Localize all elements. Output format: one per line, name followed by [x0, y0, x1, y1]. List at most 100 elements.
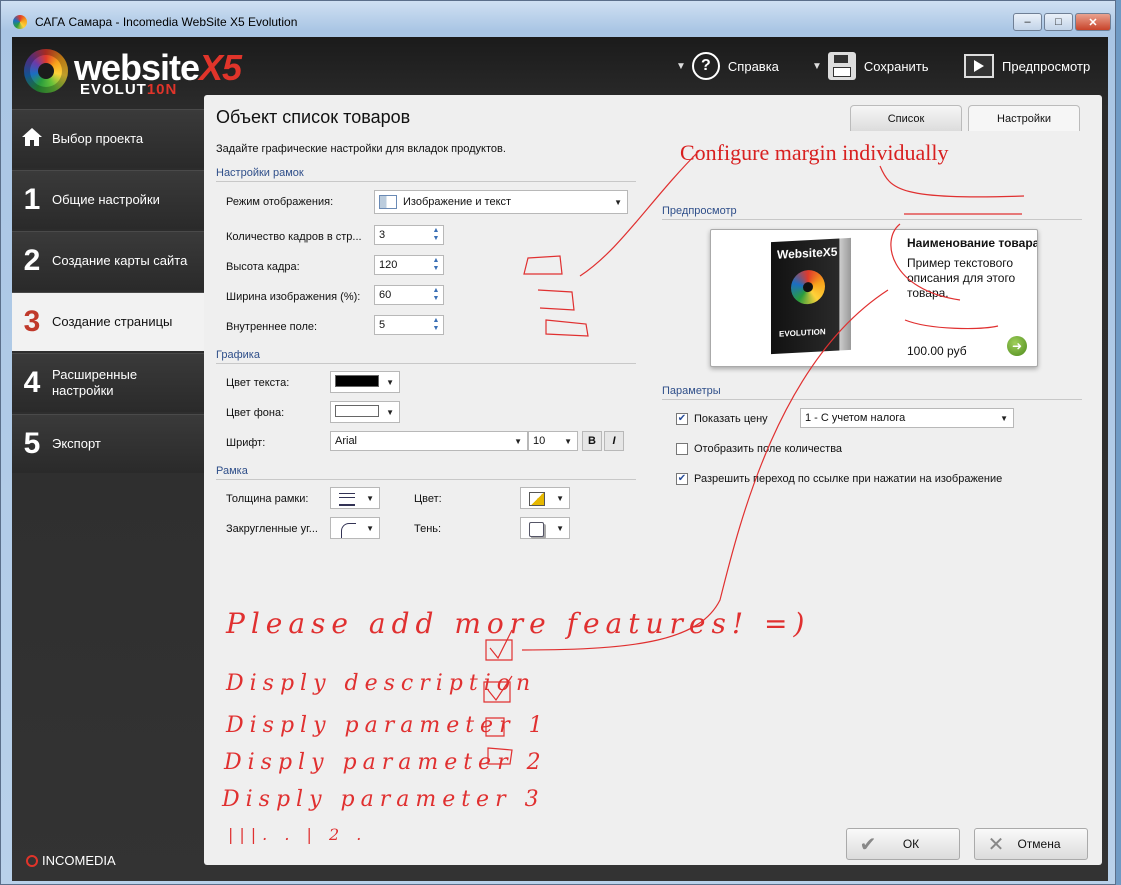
- desktop-edge: [1116, 0, 1121, 885]
- title-bar: САГА Самара - Incomedia WebSite X5 Evolu…: [1, 1, 1115, 35]
- font-label: Шрифт:: [226, 437, 266, 449]
- show-qty-checkbox[interactable]: [676, 443, 688, 455]
- text-color-label: Цвет текста:: [226, 377, 290, 389]
- sidebar-item-label: Общие настройки: [52, 192, 160, 207]
- arrow-go-icon: ➜: [1007, 336, 1027, 356]
- chevron-down-icon: ▼: [564, 437, 572, 446]
- window-title: САГА Самара - Incomedia WebSite X5 Evolu…: [35, 15, 298, 29]
- annotation-line5: |||. . | 2 .: [228, 825, 368, 844]
- bg-color-label: Цвет фона:: [226, 407, 285, 419]
- image-width-value: 60: [379, 289, 392, 301]
- sidebar-item-page[interactable]: 3 Создание страницы: [12, 292, 214, 351]
- thickness-label: Толщина рамки:: [226, 493, 309, 505]
- section-preview: Предпросмотр: [662, 205, 1082, 220]
- minimize-button[interactable]: –: [1013, 13, 1042, 31]
- font-value: Arial: [335, 435, 358, 447]
- rounded-corner-icon: [341, 523, 356, 538]
- rounded-corners-select[interactable]: ▼: [330, 517, 380, 539]
- sidebar-item-label: Выбор проекта: [52, 131, 144, 146]
- sidebar-item-general[interactable]: 1 Общие настройки: [12, 170, 204, 229]
- help-button[interactable]: ▼ ? Справка: [676, 49, 779, 83]
- line-thickness-icon: [339, 493, 355, 506]
- product-description: Пример текстового описания для этого тов…: [907, 256, 1016, 300]
- chevron-down-icon: ▼: [614, 198, 622, 207]
- step-number: 1: [23, 183, 41, 216]
- chevron-down-icon: ▼: [556, 524, 564, 533]
- frames-per-row-input[interactable]: 3 ▲ ▼: [374, 225, 444, 245]
- chevron-down-icon: ▼: [514, 437, 522, 446]
- display-mode-label: Режим отображения:: [226, 196, 334, 208]
- padding-input[interactable]: 5 ▲ ▼: [374, 315, 444, 335]
- frame-height-value: 120: [379, 259, 398, 271]
- rounded-corners-label: Закругленные уг...: [226, 523, 318, 535]
- price-mode-select[interactable]: 1 - С учетом налога ▼: [800, 408, 1014, 428]
- chevron-down-icon: ▼: [386, 378, 394, 387]
- display-mode-value: Изображение и текст: [403, 196, 512, 208]
- chevron-down-icon[interactable]: ▼: [812, 61, 822, 72]
- border-color-picker[interactable]: ▼: [520, 487, 570, 509]
- logo-ball-icon: [24, 49, 68, 93]
- show-price-checkbox[interactable]: ✔: [676, 413, 688, 425]
- tab-settings[interactable]: Настройки: [968, 105, 1080, 131]
- sidebar-item-advanced[interactable]: 4 Расширенные настройки: [12, 353, 204, 412]
- link-checkbox[interactable]: ✔: [676, 473, 688, 485]
- frame-height-label: Высота кадра:: [226, 261, 300, 273]
- incomedia-ring-icon: [26, 854, 38, 867]
- sidebar-item-label: Создание страницы: [52, 314, 173, 329]
- spin-arrows-icon[interactable]: ▲ ▼: [429, 316, 443, 334]
- annotation-configure-margin: Configure margin individually: [680, 140, 949, 165]
- maximize-button[interactable]: □: [1044, 13, 1073, 31]
- monitor-preview-icon: [964, 54, 994, 78]
- tab-list[interactable]: Список: [850, 105, 962, 131]
- bg-color-picker[interactable]: ▼: [330, 401, 400, 423]
- sidebar-item-export[interactable]: 5 Экспорт: [12, 414, 204, 473]
- frame-height-input[interactable]: 120 ▲ ▼: [374, 255, 444, 275]
- section-frames: Настройки рамок: [216, 167, 636, 182]
- app-window: САГА Самара - Incomedia WebSite X5 Evolu…: [0, 0, 1116, 885]
- product-name: Наименование товара: [907, 236, 1037, 250]
- shadow-select[interactable]: ▼: [520, 517, 570, 539]
- sidebar-item-label: Создание карты сайта: [52, 253, 188, 268]
- border-color-label: Цвет:: [414, 493, 442, 505]
- annotation-line3: Disply parameter 2: [224, 750, 547, 775]
- close-button[interactable]: ✕: [1075, 13, 1111, 31]
- step-number: 5: [23, 427, 41, 460]
- box-ring-icon: [791, 269, 825, 306]
- shadow-label: Тень:: [414, 523, 442, 535]
- spin-arrows-icon[interactable]: ▲ ▼: [429, 226, 443, 244]
- help-label: Справка: [727, 58, 779, 74]
- bold-button[interactable]: B: [582, 431, 602, 451]
- thickness-select[interactable]: ▼: [330, 487, 380, 509]
- show-price-label: Показать цену: [694, 413, 768, 425]
- preview-button[interactable]: Предпросмотр: [964, 49, 1090, 83]
- cancel-button[interactable]: ✕ Отмена: [974, 828, 1088, 860]
- ok-label: ОК: [902, 837, 920, 851]
- font-size-value: 10: [533, 435, 546, 447]
- cancel-label: Отмена: [1017, 837, 1061, 851]
- padding-value: 5: [379, 319, 386, 331]
- font-select[interactable]: Arial ▼: [330, 431, 528, 451]
- incomedia-text: INCOMEDIA: [42, 853, 116, 868]
- ok-button[interactable]: ✔ ОК: [846, 828, 960, 860]
- sidebar-item-sitemap[interactable]: 2 Создание карты сайта: [12, 231, 204, 290]
- image-width-input[interactable]: 60 ▲ ▼: [374, 285, 444, 305]
- websitex5-logo: websiteX5 EVOLUT10N: [20, 41, 250, 101]
- spin-arrows-icon[interactable]: ▲ ▼: [429, 286, 443, 304]
- font-size-select[interactable]: 10 ▼: [528, 431, 578, 451]
- chevron-down-icon[interactable]: ▼: [676, 61, 686, 72]
- image-width-label: Ширина изображения (%):: [226, 291, 361, 303]
- italic-button[interactable]: I: [604, 431, 624, 451]
- text-color-picker[interactable]: ▼: [330, 371, 400, 393]
- sidebar-item-label: Экспорт: [52, 436, 101, 451]
- logo-sub: EVOLUT10N: [80, 81, 178, 98]
- spin-arrows-icon[interactable]: ▲ ▼: [429, 256, 443, 274]
- save-button[interactable]: ▼ Сохранить: [812, 49, 929, 83]
- section-graphics: Графика: [216, 349, 636, 364]
- shadow-box-icon: [529, 522, 544, 537]
- sidebar-item-project[interactable]: Выбор проекта: [12, 109, 204, 168]
- box-title: WebsiteX5: [777, 244, 838, 262]
- image-text-icon: [379, 195, 397, 209]
- product-price: 100.00 руб: [907, 344, 967, 358]
- chevron-down-icon: ▼: [386, 408, 394, 417]
- display-mode-select[interactable]: Изображение и текст ▼: [374, 190, 628, 214]
